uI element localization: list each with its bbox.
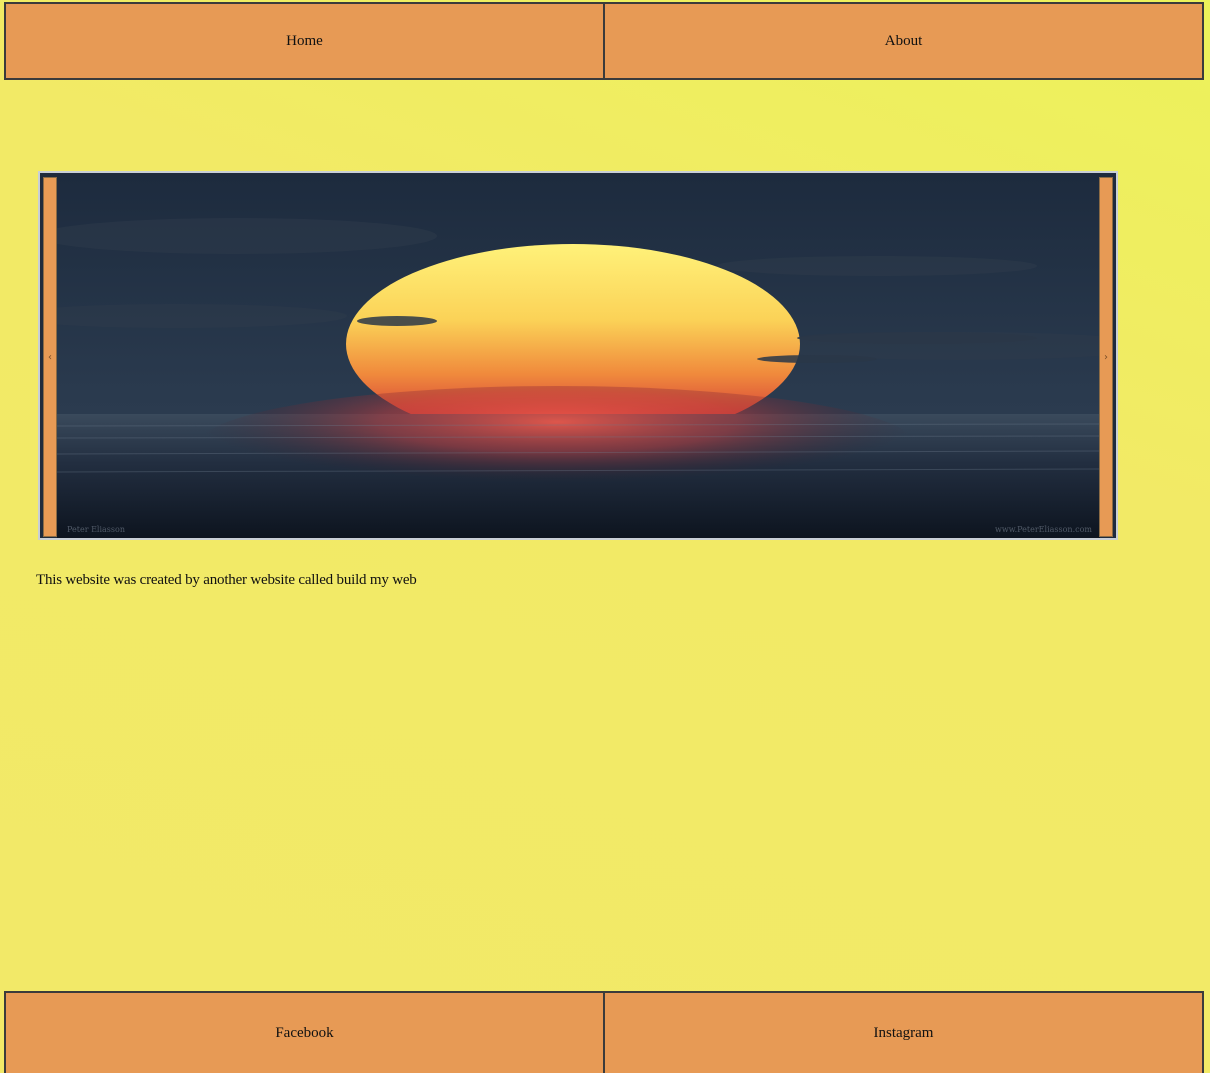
image-credit-right: www.PeterEliasson.com bbox=[995, 525, 1092, 534]
site-caption: This website was created by another webs… bbox=[36, 572, 417, 588]
image-slider: Peter Eliasson www.PeterEliasson.com ‹ › bbox=[38, 171, 1118, 540]
nav-home[interactable]: Home bbox=[6, 4, 603, 78]
slider-next-button[interactable]: › bbox=[1099, 177, 1113, 537]
nav-facebook[interactable]: Facebook bbox=[6, 993, 603, 1073]
nav-about[interactable]: About bbox=[603, 4, 1202, 78]
chevron-left-icon: ‹ bbox=[48, 351, 52, 363]
nav-instagram[interactable]: Instagram bbox=[603, 993, 1202, 1073]
chevron-right-icon: › bbox=[1104, 351, 1108, 363]
footer-nav: Facebook Instagram bbox=[4, 991, 1204, 1073]
image-credit-left: Peter Eliasson bbox=[67, 525, 125, 534]
slider-prev-button[interactable]: ‹ bbox=[43, 177, 57, 537]
top-nav: Home About bbox=[4, 2, 1204, 80]
sunset-image: Peter Eliasson www.PeterEliasson.com bbox=[57, 176, 1100, 538]
